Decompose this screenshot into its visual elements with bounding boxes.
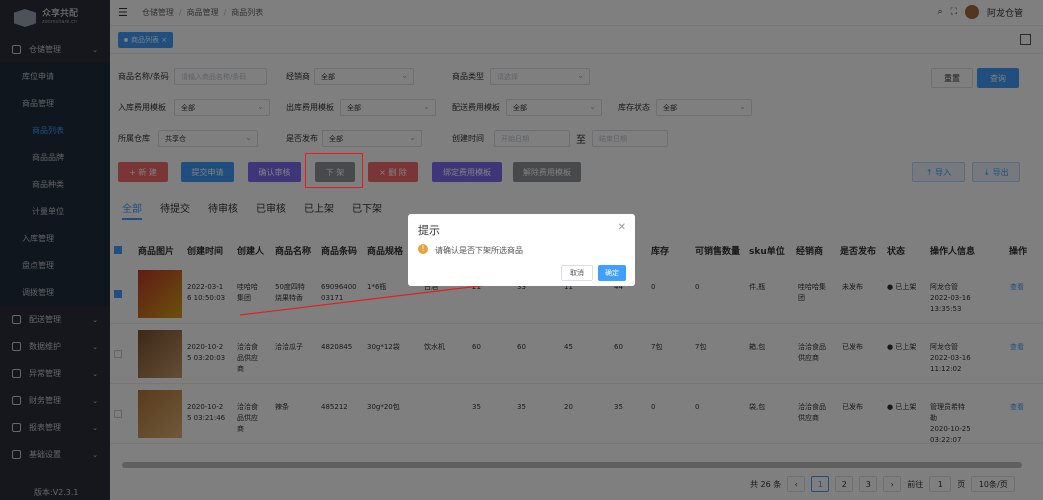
warning-icon: ! — [418, 244, 428, 254]
dialog-title: 提示 — [418, 224, 440, 237]
confirm-button[interactable]: 确定 — [598, 265, 626, 281]
confirm-dialog: 提示 ✕ ! 请确认是否下架所选商品 取消 确定 — [408, 214, 635, 286]
dialog-message: 请确认是否下架所选商品 — [435, 246, 523, 255]
cancel-button[interactable]: 取消 — [561, 265, 593, 281]
close-icon[interactable]: ✕ — [618, 222, 626, 233]
